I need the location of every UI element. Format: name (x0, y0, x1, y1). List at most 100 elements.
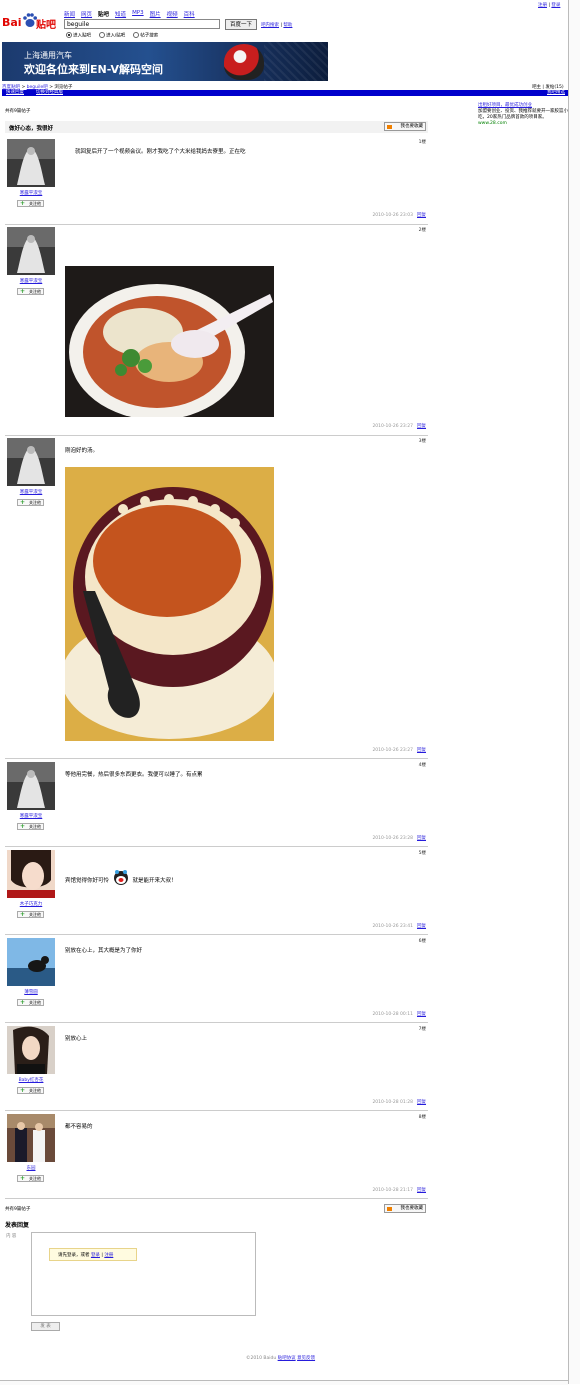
avatar[interactable] (7, 1114, 55, 1162)
floor-number: 5楼 (418, 851, 426, 856)
login-tip: 请先登录，或者 登录 | 注册 (49, 1248, 137, 1261)
floor-number: 1楼 (418, 140, 426, 145)
radio-enter-ibar[interactable]: 进入i贴吧 (99, 32, 125, 39)
nav-images[interactable]: 图片 (150, 10, 161, 18)
bar-search-link[interactable]: 吧内搜索 (261, 23, 279, 28)
reply-link[interactable]: 回复 (417, 1012, 426, 1017)
avatar[interactable] (7, 438, 55, 486)
post-6: 薄雪圆 + 关注他 6楼 别放在心上，其大概是为了你好 2010-10-28 00… (5, 938, 428, 1023)
post-time: 2010-10-28 00:11 (372, 1012, 413, 1017)
favorite-button[interactable]: 我也要收藏 (384, 122, 426, 131)
plus-icon: + (20, 499, 26, 506)
reply-link[interactable]: 回复 (417, 748, 426, 753)
reply-link[interactable]: 回复 (417, 836, 426, 841)
username[interactable]: 寒露平淑宝 (5, 489, 57, 495)
favorite-button-bottom[interactable]: 我也要收藏 (384, 1204, 426, 1213)
avatar[interactable] (7, 762, 55, 810)
search-button[interactable]: 百度一下 (225, 19, 257, 30)
tip-register-link[interactable]: 注册 (104, 1253, 113, 1258)
avatar[interactable] (7, 139, 55, 187)
classic-view-link[interactable]: 切换到经典版 (36, 90, 63, 96)
window-scrollbar[interactable] (568, 0, 580, 1384)
floor-number: 6楼 (418, 939, 426, 944)
username[interactable]: 薄雪圆 (5, 989, 57, 995)
ad-banner[interactable]: 上海通用汽车 欢迎各位来到EN-V解码空间 (2, 42, 328, 81)
follow-button[interactable]: + 关注他 (17, 911, 44, 918)
post-text: 宾馆觉得你好可怜 就是能开来大叔！ (65, 869, 177, 886)
follow-button[interactable]: + 关注他 (17, 1087, 44, 1094)
banner-pattern (264, 42, 328, 81)
post-meta: 2010-10-26 23:03 回复 (372, 212, 426, 218)
post-text: 都不容易的 (65, 1124, 93, 1130)
nav-tieba[interactable]: 贴吧 (98, 10, 109, 18)
follow-button[interactable]: + 关注他 (17, 823, 44, 830)
top-right-links: 注册 | 登录 (538, 2, 560, 8)
register-link[interactable]: 注册 (538, 3, 547, 8)
post-text-part1: 宾馆觉得你好可怜 (65, 878, 110, 884)
radio-icon (66, 32, 72, 38)
plus-icon: + (20, 1175, 26, 1182)
username[interactable]: 东园 (5, 1165, 57, 1171)
quick-reply-link[interactable]: 快速回复 (6, 90, 24, 96)
radio-icon (99, 32, 105, 38)
login-link[interactable]: 登录 (551, 3, 560, 8)
follow-button[interactable]: + 关注他 (17, 200, 44, 207)
avatar[interactable] (7, 850, 55, 898)
top-nav: 新闻 网页 贴吧 知道 MP3 图片 视频 百科 (64, 10, 195, 18)
plus-icon: + (20, 823, 26, 830)
follow-button[interactable]: + 关注他 (17, 499, 44, 506)
nav-news[interactable]: 新闻 (64, 10, 75, 18)
reply-textarea[interactable] (31, 1232, 256, 1316)
featured-link[interactable]: 我吧精选 (547, 90, 565, 96)
username[interactable]: 寒露平淑宝 (5, 813, 57, 819)
plus-icon: + (20, 999, 26, 1006)
radio-post-search[interactable]: 帖子搜索 (133, 32, 158, 39)
reply-link[interactable]: 回复 (417, 213, 426, 218)
logo-tieba: 贴吧 (36, 20, 56, 31)
radio-enter-bar[interactable]: 进入贴吧 (66, 32, 91, 39)
footer-agreement-link[interactable]: 贴吧协议 (278, 1356, 296, 1361)
username[interactable]: 寒露平淑宝 (5, 190, 57, 196)
avatar[interactable] (7, 938, 55, 986)
post-time: 2010-10-26 23:41 (372, 924, 413, 929)
thread-title-bar: 做好心态，我很好 (5, 121, 428, 133)
username[interactable]: 木子巧克力 (5, 901, 57, 907)
floor-number: 7楼 (418, 1027, 426, 1032)
sidebar-ad[interactable]: 出租好项目，最优成功创业 加盟要创业、投资、我推荐就要开一家胶篮小吃，20家热门… (478, 103, 568, 127)
submit-reply-button[interactable]: 发 表 (31, 1322, 60, 1331)
reply-link[interactable]: 回复 (417, 1100, 426, 1105)
rss-icon (387, 125, 392, 129)
follow-button[interactable]: + 关注他 (17, 1175, 44, 1182)
search-input[interactable]: beguile (64, 19, 220, 29)
nav-web[interactable]: 网页 (81, 10, 92, 18)
follow-button[interactable]: + 关注他 (17, 999, 44, 1006)
search-type-radios: 进入贴吧 进入i贴吧 帖子搜索 (66, 32, 158, 39)
post-count-bottom: 共有9篇帖子 (5, 1207, 31, 1212)
nav-zhidao[interactable]: 知道 (115, 10, 126, 18)
reply-link[interactable]: 回复 (417, 424, 426, 429)
noodle-soup-photo[interactable] (65, 266, 274, 417)
avatar[interactable] (7, 227, 55, 275)
floor-number: 2楼 (418, 228, 426, 233)
post-meta: 2010-10-28 21:17 回复 (372, 1187, 426, 1193)
post-meta: 2010-10-26 23:27 回复 (372, 747, 426, 753)
username[interactable]: Baby红杏花 (5, 1077, 57, 1083)
plus-icon: + (20, 1087, 26, 1094)
tip-login-link[interactable]: 登录 (91, 1253, 100, 1258)
post-4: 寒露平淑宝 + 关注他 4楼 等他用完餐，热后很多东西更衣。我便可以睡了。有点累 … (5, 762, 428, 847)
help-link[interactable]: 帮助 (283, 23, 292, 28)
ad-url[interactable]: www.28.com (478, 121, 568, 127)
follow-button[interactable]: + 关注他 (17, 288, 44, 295)
nav-video[interactable]: 视频 (167, 10, 178, 18)
baidu-tieba-logo[interactable]: Bai 贴吧 (2, 10, 60, 32)
reply-link[interactable]: 回复 (417, 924, 426, 929)
username[interactable]: 寒露平淑宝 (5, 278, 57, 284)
page-footer: ©2010 Baidu 贴吧协议 意见反馈 (246, 1355, 315, 1361)
reply-link[interactable]: 回复 (417, 1188, 426, 1193)
tomato-soup-photo[interactable] (65, 467, 274, 741)
avatar[interactable] (7, 1026, 55, 1074)
nav-mp3[interactable]: MP3 (132, 10, 144, 18)
ad-body: 加盟要创业、投资、我推荐就要开一家胶篮小吃，20家热门品牌首款的项目家。 (478, 109, 568, 120)
footer-feedback-link[interactable]: 意见反馈 (297, 1356, 315, 1361)
nav-baike[interactable]: 百科 (184, 10, 195, 18)
